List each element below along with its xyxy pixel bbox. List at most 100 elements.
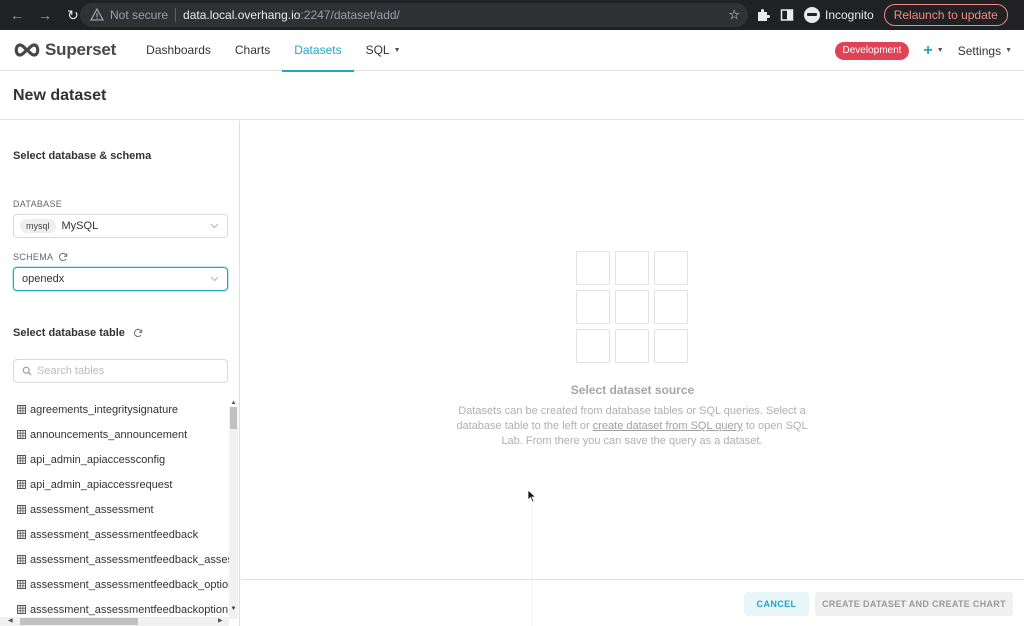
menu-dashboards[interactable]: Dashboards xyxy=(134,30,223,71)
database-type-tag: mysql xyxy=(20,219,56,233)
settings-label: Settings xyxy=(957,43,1002,58)
empty-state-grid-icon xyxy=(576,251,690,365)
back-arrow-icon[interactable]: ← xyxy=(6,4,28,26)
chevron-down-icon xyxy=(210,223,219,229)
incognito-label: Incognito xyxy=(825,8,874,22)
grid-cell xyxy=(654,251,688,285)
table-name: assessment_assessmentfeedback_assessment… xyxy=(30,553,229,566)
horizontal-scroll-thumb[interactable] xyxy=(20,618,138,625)
schema-label-text: SCHEMA xyxy=(13,252,54,262)
mouse-cursor-icon xyxy=(527,489,537,503)
grid-cell xyxy=(576,329,610,363)
app-header: Superset Dashboards Charts Datasets SQL ▼… xyxy=(0,30,1024,72)
cancel-button[interactable]: CANCEL xyxy=(744,592,809,616)
table-list-item[interactable]: api_admin_apiaccessrequest xyxy=(0,472,229,497)
browser-toolbar: ← → ↻ Not secure data.local.overhang.io:… xyxy=(0,0,1024,30)
footer-actions: CANCEL CREATE DATASET AND CREATE CHART xyxy=(241,579,1024,626)
scroll-left-arrow-icon[interactable]: ◀ xyxy=(8,617,13,626)
table-list: agreements_integritysignature announceme… xyxy=(0,397,229,619)
scroll-up-arrow-icon[interactable]: ▲ xyxy=(229,399,238,407)
settings-menu[interactable]: Settings ▼ xyxy=(958,44,1012,58)
database-label: DATABASE xyxy=(13,199,63,209)
browser-actions: Incognito Relaunch to update xyxy=(756,0,1008,30)
scroll-right-arrow-icon[interactable]: ▶ xyxy=(218,617,223,626)
superset-logo[interactable]: Superset xyxy=(12,40,116,60)
menu-sql[interactable]: SQL ▼ xyxy=(354,30,413,71)
chevron-down-icon xyxy=(210,276,219,282)
menu-charts[interactable]: Charts xyxy=(223,30,282,71)
caret-down-icon: ▼ xyxy=(393,46,401,54)
database-value: MySQL xyxy=(61,220,99,232)
table-list-item[interactable]: assessment_assessmentfeedback_assessment… xyxy=(0,547,229,572)
create-dataset-button[interactable]: CREATE DATASET AND CREATE CHART xyxy=(815,592,1013,616)
search-icon xyxy=(22,366,32,376)
grid-cell xyxy=(615,251,649,285)
not-secure-label: Not secure xyxy=(110,8,169,22)
table-section-title-text: Select database table xyxy=(13,327,125,339)
url-host: data.local.overhang.io xyxy=(183,8,301,22)
table-name: assessment_assessmentfeedback xyxy=(30,528,199,541)
table-name: agreements_integritysignature xyxy=(30,403,178,416)
vertical-scrollbar[interactable] xyxy=(229,407,238,619)
table-name: api_admin_apiaccessconfig xyxy=(30,453,166,466)
grid-cell xyxy=(576,290,610,324)
new-menu-button[interactable]: + ▼ xyxy=(923,42,943,60)
table-list-item[interactable]: assessment_assessment xyxy=(0,497,229,522)
grid-cell xyxy=(654,329,688,363)
dataset-source-panel: Select dataset source Datasets can be cr… xyxy=(241,121,1024,579)
schema-value: openedx xyxy=(22,273,65,285)
vertical-scroll-thumb[interactable] xyxy=(230,407,237,429)
left-panel: Select database & schema DATABASE mysql … xyxy=(0,121,240,626)
refresh-icon[interactable] xyxy=(58,252,68,262)
grid-cell xyxy=(654,290,688,324)
relaunch-button[interactable]: Relaunch to update xyxy=(883,4,1008,26)
caret-down-icon: ▼ xyxy=(936,47,944,54)
table-icon xyxy=(17,405,26,414)
grid-cell xyxy=(576,251,610,285)
grid-cell xyxy=(615,329,649,363)
table-name: assessment_assessment xyxy=(30,503,154,516)
plus-icon: + xyxy=(923,41,933,59)
table-list-item[interactable]: assessment_assessmentfeedback xyxy=(0,522,229,547)
table-icon xyxy=(17,480,26,489)
table-icon xyxy=(17,555,26,564)
empty-state-title: Select dataset source xyxy=(570,383,695,397)
menu-datasets[interactable]: Datasets xyxy=(282,30,354,72)
table-icon xyxy=(17,455,26,464)
refresh-icon[interactable] xyxy=(133,328,143,338)
schema-select[interactable]: openedx xyxy=(13,267,228,291)
create-from-sql-link[interactable]: create dataset from SQL query xyxy=(593,420,743,432)
table-list-item[interactable]: announcements_announcement xyxy=(0,422,229,447)
table-list-item[interactable]: agreements_integritysignature xyxy=(0,397,229,422)
table-list-item[interactable]: api_admin_apiaccessconfig xyxy=(0,447,229,472)
caret-down-icon: ▼ xyxy=(1005,47,1012,54)
warning-icon xyxy=(90,8,104,21)
address-bar[interactable]: Not secure data.local.overhang.io:2247/d… xyxy=(80,3,748,27)
table-icon xyxy=(17,505,26,514)
bookmark-star-icon[interactable]: ☆ xyxy=(728,7,740,23)
header-right: Development + ▼ Settings ▼ xyxy=(834,30,1012,71)
scroll-down-arrow-icon[interactable]: ▼ xyxy=(229,605,238,613)
db-schema-title: Select database & schema xyxy=(13,150,152,162)
url-separator xyxy=(175,8,177,22)
table-search[interactable] xyxy=(13,359,228,383)
table-section-title: Select database table xyxy=(13,327,143,339)
search-input[interactable] xyxy=(37,365,217,377)
extensions-puzzle-icon[interactable] xyxy=(756,8,770,22)
brand-name: Superset xyxy=(45,40,117,59)
table-name: assessment_assessmentfeedbackoption xyxy=(30,603,229,616)
page-header: New dataset xyxy=(0,72,1024,120)
grid-cell xyxy=(615,290,649,324)
table-icon xyxy=(17,530,26,539)
database-select[interactable]: mysql MySQL xyxy=(13,214,228,238)
empty-state-description: Datasets can be created from database ta… xyxy=(456,404,808,449)
side-panel-icon[interactable] xyxy=(780,8,794,22)
environment-badge: Development xyxy=(834,41,910,60)
table-list-item[interactable]: assessment_assessmentfeedbackoption xyxy=(0,597,229,619)
table-name: announcements_announcement xyxy=(30,428,188,441)
table-name: api_admin_apiaccessrequest xyxy=(30,478,173,491)
table-list-item[interactable]: assessment_assessmentfeedback_options xyxy=(0,572,229,597)
forward-arrow-icon[interactable]: → xyxy=(34,4,56,26)
incognito-icon[interactable] xyxy=(804,7,820,23)
horizontal-scrollbar[interactable]: ◀ ▶ xyxy=(0,617,229,626)
